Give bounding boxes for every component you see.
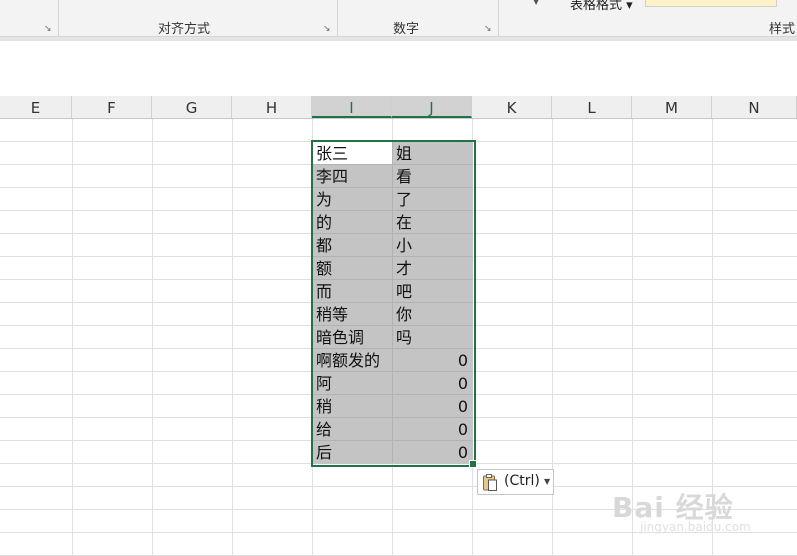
selection-border: [311, 140, 476, 467]
column-header-n[interactable]: N: [712, 96, 797, 118]
grid-line: [152, 119, 153, 556]
table-format-label: 表格格式: [570, 0, 623, 13]
formula-bar-area[interactable]: [0, 41, 797, 97]
group-label-number: 数字: [393, 22, 420, 37]
column-header-j[interactable]: J: [392, 96, 472, 118]
clipboard-icon: [483, 474, 497, 491]
ribbon-separator: [337, 0, 338, 36]
column-header-g[interactable]: G: [152, 96, 232, 118]
dialog-launcher-icon[interactable]: ↘: [44, 24, 54, 34]
column-header-m[interactable]: M: [632, 96, 712, 118]
column-header-row: E F G H I J K L M N: [0, 96, 797, 119]
ribbon-separator: [498, 0, 499, 36]
table-format-button[interactable]: 表格格式 ▾: [570, 0, 633, 13]
group-label-alignment: 对齐方式: [158, 22, 211, 37]
ribbon-separator: [58, 0, 59, 36]
column-header-f[interactable]: F: [72, 96, 152, 118]
column-header-k[interactable]: K: [472, 96, 552, 118]
paste-options-button[interactable]: (Ctrl) ▼: [477, 469, 554, 495]
chevron-down-icon: ▼: [544, 477, 551, 486]
paste-options-label: (Ctrl): [504, 473, 540, 489]
cell-style-swatch[interactable]: [645, 0, 777, 7]
watermark-url: jingyan.baidu.com: [640, 520, 751, 534]
alignment-dialog-launcher-icon[interactable]: ↘: [323, 24, 333, 34]
group-label-styles: 样式: [769, 22, 796, 37]
column-header-e[interactable]: E: [0, 96, 72, 118]
fill-handle[interactable]: [469, 460, 477, 468]
column-header-l[interactable]: L: [552, 96, 632, 118]
grid-line: [232, 119, 233, 556]
column-header-h[interactable]: H: [232, 96, 312, 118]
number-dialog-launcher-icon[interactable]: ↘: [484, 24, 494, 34]
dropdown-arrow-icon[interactable]: ▼: [533, 0, 539, 6]
column-header-i[interactable]: I: [312, 96, 392, 118]
ribbon: ▼ 表格格式 ▾ ↘ 对齐方式 ↘ 数字 ↘ 样式: [0, 0, 797, 40]
grid-line: [72, 119, 73, 556]
